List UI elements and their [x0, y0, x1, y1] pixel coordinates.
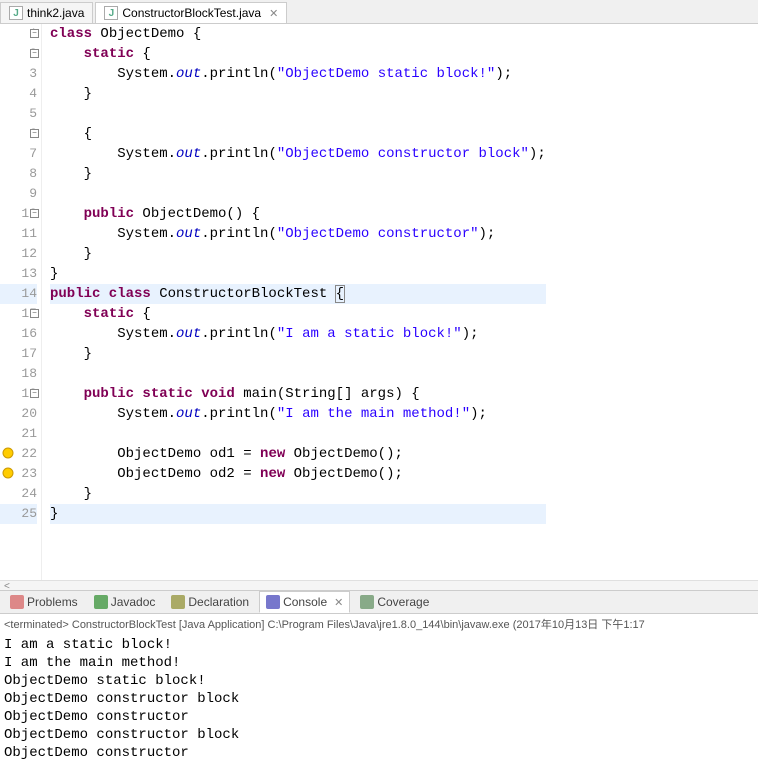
code-line[interactable]: }: [50, 484, 546, 504]
code-line[interactable]: ObjectDemo od1 = new ObjectDemo();: [50, 444, 546, 464]
view-icon: [10, 595, 24, 609]
line-number: 16: [0, 324, 37, 344]
line-number: 11: [0, 224, 37, 244]
line-number: 21: [0, 424, 37, 444]
line-number: 19−: [0, 384, 37, 404]
line-number: 9: [0, 184, 37, 204]
code-line[interactable]: System.out.println("ObjectDemo construct…: [50, 224, 546, 244]
code-line[interactable]: }: [50, 164, 546, 184]
line-number: 24: [0, 484, 37, 504]
code-line[interactable]: [50, 364, 546, 384]
code-line[interactable]: }: [50, 344, 546, 364]
code-line[interactable]: System.out.println("ObjectDemo construct…: [50, 144, 546, 164]
code-line[interactable]: public static void main(String[] args) {: [50, 384, 546, 404]
view-icon: [94, 595, 108, 609]
bottom-tab-label: Problems: [27, 595, 78, 609]
line-number: 13: [0, 264, 37, 284]
editor-tabs: Jthink2.javaJConstructorBlockTest.java✕: [0, 0, 758, 24]
code-line[interactable]: class ObjectDemo {: [50, 24, 546, 44]
warning-marker-icon: [2, 467, 14, 479]
close-icon[interactable]: ✕: [334, 596, 343, 609]
code-editor[interactable]: 1−2−3456−78910−1112131415−16171819−20212…: [0, 24, 758, 580]
console-line: I am the main method!: [4, 654, 754, 672]
line-number: 4: [0, 84, 37, 104]
line-number: 5: [0, 104, 37, 124]
line-number: 10−: [0, 204, 37, 224]
bottom-tab[interactable]: Javadoc: [88, 592, 162, 612]
console-line: ObjectDemo static block!: [4, 672, 754, 690]
fold-toggle-icon[interactable]: −: [30, 29, 39, 38]
bottom-tab-label: Javadoc: [111, 595, 156, 609]
console-line: ObjectDemo constructor: [4, 708, 754, 726]
line-number: 15−: [0, 304, 37, 324]
bottom-tab[interactable]: Problems: [4, 592, 84, 612]
console-line: ObjectDemo constructor block: [4, 690, 754, 708]
bottom-panel-tabs: Problems Javadoc Declaration Console ✕ Covera…: [0, 590, 758, 614]
bottom-tab[interactable]: Coverage: [354, 592, 435, 612]
line-number: 8: [0, 164, 37, 184]
fold-toggle-icon[interactable]: −: [30, 309, 39, 318]
close-icon[interactable]: ✕: [269, 7, 278, 20]
code-line[interactable]: static {: [50, 304, 546, 324]
line-number: 1−: [0, 24, 37, 44]
code-line[interactable]: System.out.println("I am a static block!…: [50, 324, 546, 344]
console-line: ObjectDemo constructor block: [4, 726, 754, 744]
code-line[interactable]: }: [50, 264, 546, 284]
console-header: <terminated> ConstructorBlockTest [Java …: [0, 614, 758, 634]
code-area[interactable]: class ObjectDemo { static { System.out.p…: [42, 24, 546, 580]
console-line: I am a static block!: [4, 636, 754, 654]
bottom-tab[interactable]: Console ✕: [259, 591, 350, 613]
line-gutter: 1−2−3456−78910−1112131415−16171819−20212…: [0, 24, 42, 580]
line-number: 7: [0, 144, 37, 164]
code-line[interactable]: ObjectDemo od2 = new ObjectDemo();: [50, 464, 546, 484]
view-icon: [171, 595, 185, 609]
line-number: 18: [0, 364, 37, 384]
horizontal-scrollbar[interactable]: <: [0, 580, 758, 590]
code-line[interactable]: [50, 424, 546, 444]
line-number: 14: [0, 284, 37, 304]
code-line[interactable]: [50, 184, 546, 204]
line-number: 6−: [0, 124, 37, 144]
code-line[interactable]: static {: [50, 44, 546, 64]
view-icon: [266, 595, 280, 609]
fold-toggle-icon[interactable]: −: [30, 49, 39, 58]
code-line[interactable]: {: [50, 124, 546, 144]
bottom-tab[interactable]: Declaration: [165, 592, 255, 612]
line-number: 3: [0, 64, 37, 84]
code-line[interactable]: public ObjectDemo() {: [50, 204, 546, 224]
bottom-tab-label: Coverage: [377, 595, 429, 609]
code-line[interactable]: System.out.println("ObjectDemo static bl…: [50, 64, 546, 84]
code-line[interactable]: [50, 104, 546, 124]
code-line[interactable]: public class ConstructorBlockTest {: [50, 284, 546, 304]
warning-marker-icon: [2, 447, 14, 459]
line-number: 2−: [0, 44, 37, 64]
line-number: 12: [0, 244, 37, 264]
editor-tab[interactable]: J ConstructorBlockTest.java ✕: [95, 2, 287, 23]
view-icon: [360, 595, 374, 609]
java-file-icon: J: [104, 6, 118, 20]
code-line[interactable]: System.out.println("I am the main method…: [50, 404, 546, 424]
editor-tab[interactable]: Jthink2.java: [0, 2, 93, 23]
line-number: 25: [0, 504, 37, 524]
java-file-icon: J: [9, 6, 23, 20]
line-number: 17: [0, 344, 37, 364]
fold-toggle-icon[interactable]: −: [30, 389, 39, 398]
tab-label: think2.java: [27, 6, 84, 20]
code-line[interactable]: }: [50, 244, 546, 264]
fold-toggle-icon[interactable]: −: [30, 209, 39, 218]
bottom-tab-label: Console: [283, 595, 327, 609]
console-output[interactable]: I am a static block!I am the main method…: [0, 634, 758, 764]
fold-toggle-icon[interactable]: −: [30, 129, 39, 138]
console-line: ObjectDemo constructor: [4, 744, 754, 762]
line-number: 23: [0, 464, 37, 484]
tab-label: ConstructorBlockTest.java: [122, 6, 261, 20]
bottom-tab-label: Declaration: [188, 595, 249, 609]
code-line[interactable]: }: [50, 504, 546, 524]
line-number: 20: [0, 404, 37, 424]
line-number: 22: [0, 444, 37, 464]
code-line[interactable]: }: [50, 84, 546, 104]
